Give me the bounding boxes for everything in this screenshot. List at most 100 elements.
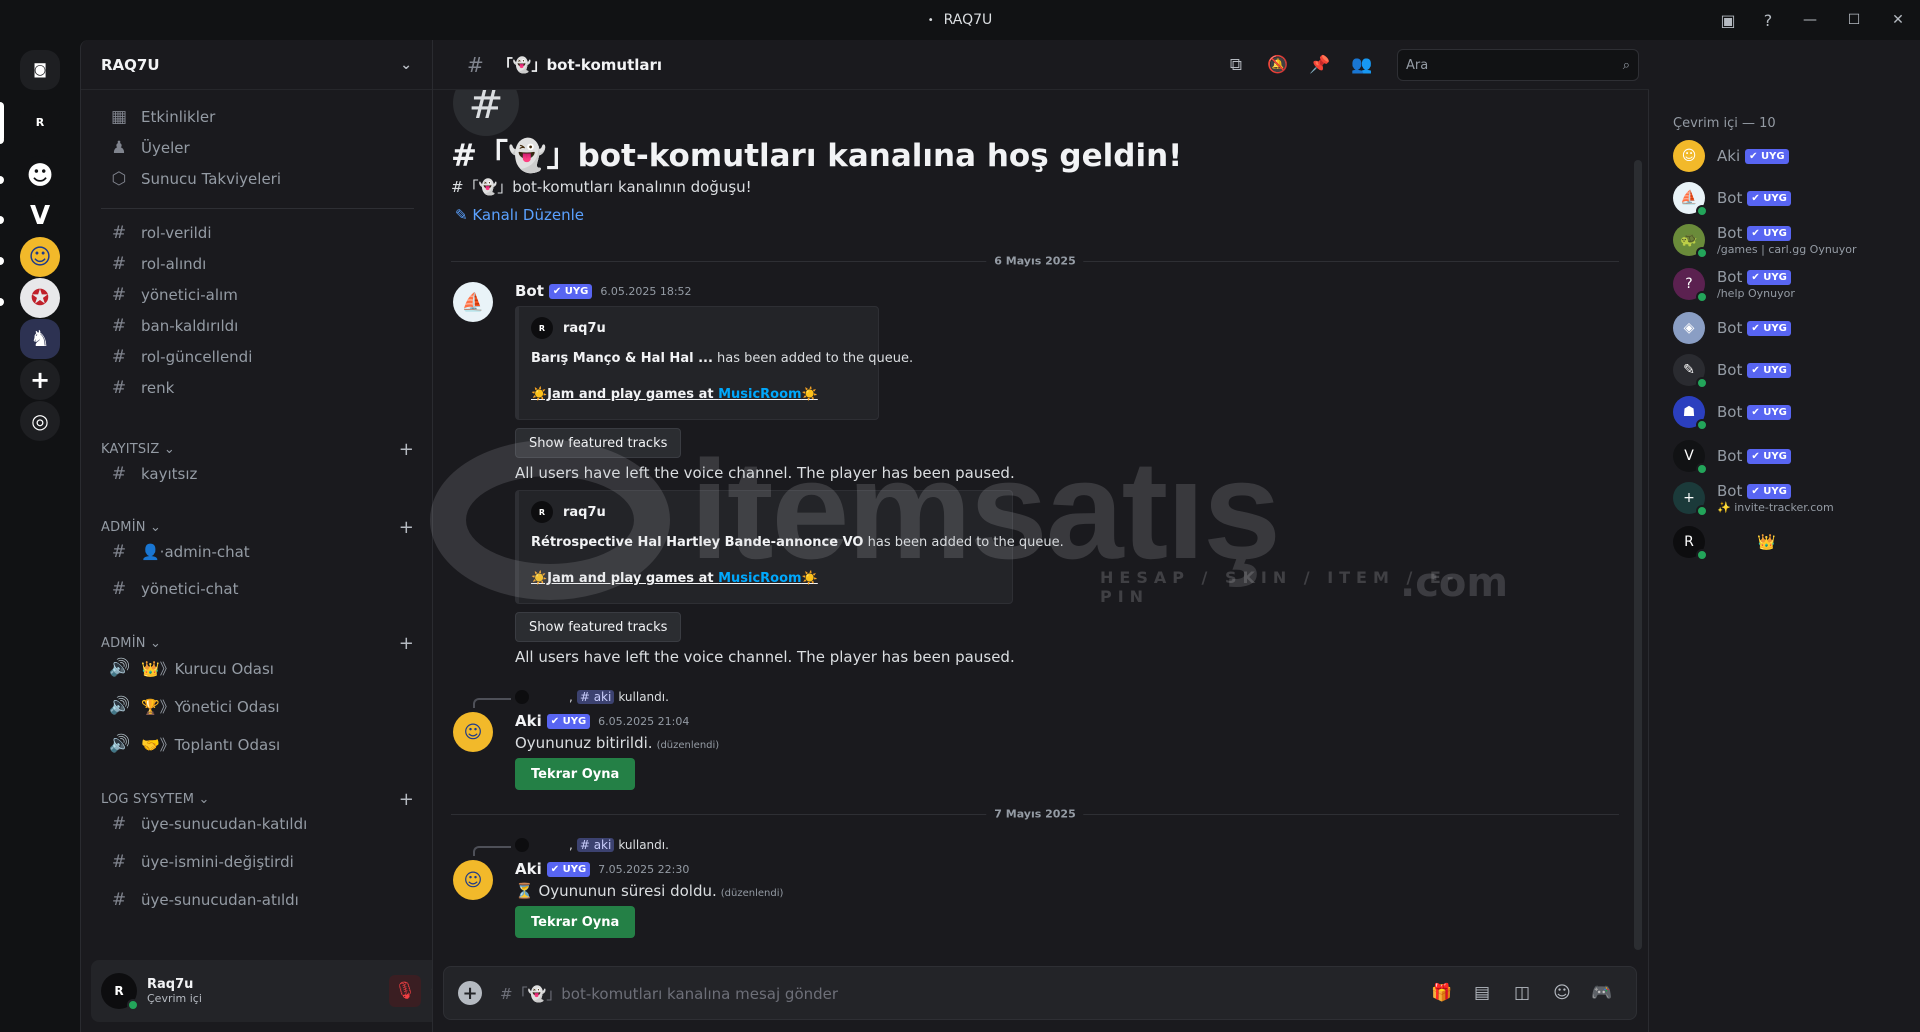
channel-kayitsiz[interactable]: # kayıtsız (101, 457, 414, 491)
guild-header[interactable]: RAQ7U ⌄ (81, 40, 432, 90)
show-featured-tracks-button[interactable]: Show featured tracks (515, 612, 682, 642)
slash-command[interactable]: # aki (576, 690, 615, 704)
channel-ban-kaldirildi[interactable]: # ban-kaldırıldı (101, 309, 414, 343)
sidebar-item-members[interactable]: ♟ Üyeler (101, 131, 414, 165)
server-aki[interactable]: ☺ (20, 237, 60, 277)
notification-bell-muted-icon[interactable]: 🔕 (1257, 55, 1299, 75)
maximize-button[interactable]: ☐ (1832, 12, 1876, 28)
member-name: Bot (1717, 403, 1743, 421)
channel-admin-chat[interactable]: # 👤·admin-chat (101, 535, 414, 569)
member-info: Bot ✔ UYG (1717, 403, 1791, 421)
channel-uye-ismini-degistirdi[interactable]: # üye-ismini-değiştirdi (101, 845, 414, 879)
member-item[interactable]: ☗ Bot ✔ UYG (1673, 392, 1913, 432)
message-text: All users have left the voice channel. T… (515, 464, 1015, 482)
category-admin[interactable]: ADMİN ⌄ + (101, 517, 414, 538)
server-scarlet[interactable]: ✪ (20, 278, 60, 318)
gift-icon[interactable]: 🎁 (1422, 983, 1462, 1003)
member-item[interactable]: V Bot ✔ UYG (1673, 436, 1913, 476)
ninja-icon: ♞ (30, 326, 50, 352)
slash-command[interactable]: # aki (576, 838, 615, 852)
pin-icon[interactable]: 📌 (1299, 55, 1341, 75)
sticker-icon[interactable]: ◫ (1502, 983, 1542, 1003)
aki-avatar[interactable]: ☺ (453, 712, 493, 752)
category-kayitsiz[interactable]: KAYITSIZ ⌄ + (101, 439, 414, 460)
category-log-system[interactable]: LOG SYSYTEM ⌄ + (101, 789, 414, 810)
member-item[interactable]: ⛵ Bot ✔ UYG (1673, 178, 1913, 218)
play-again-button[interactable]: Tekrar Oyna (515, 758, 636, 790)
musicroom-link[interactable]: MusicRoom (718, 571, 802, 586)
channel-yonetici-alim[interactable]: # yönetici-alım (101, 278, 414, 312)
member-item[interactable]: R 👑 (1673, 522, 1913, 562)
message-body: Oyununuz bitirildi. (515, 734, 653, 752)
member-item[interactable]: ☺ Aki ✔ UYG (1673, 136, 1913, 176)
sidebar-item-events[interactable]: ▦ Etkinlikler (101, 100, 414, 134)
member-item[interactable]: ✎ Bot ✔ UYG (1673, 350, 1913, 390)
add-server-button[interactable]: + (20, 360, 60, 400)
server-raq7u[interactable]: R (20, 102, 60, 142)
direct-messages-button[interactable]: ◙ (20, 50, 60, 90)
server-ninja[interactable]: ♞ (20, 319, 60, 359)
member-list-icon[interactable]: 👥 (1341, 55, 1383, 75)
member-item[interactable]: + Bot ✔ UYG ✨ invite-tracker.com (1673, 478, 1913, 518)
help-icon[interactable]: ? (1748, 11, 1788, 30)
channel-rol-verildi[interactable]: # rol-verildi (101, 216, 414, 250)
member-info: Aki ✔ UYG (1717, 147, 1789, 165)
author-name[interactable]: Bot (515, 282, 544, 300)
channel-uye-atildi[interactable]: # üye-sunucudan-atıldı (101, 883, 414, 917)
online-status-dot (1696, 247, 1708, 259)
author-name[interactable]: Aki (515, 860, 542, 878)
queue-text: has been added to the queue. (712, 351, 914, 366)
activities-gamepad-icon[interactable]: 🎮 (1582, 983, 1622, 1003)
hash-icon: # (467, 52, 484, 77)
emoji-icon[interactable]: ☺ (1542, 983, 1582, 1003)
aki-avatar[interactable]: ☺ (453, 860, 493, 900)
member-item[interactable]: ◈ Bot ✔ UYG (1673, 308, 1913, 348)
date-label: 7 Mayıs 2025 (986, 807, 1084, 821)
server-valorant[interactable]: V (20, 196, 60, 236)
voice-toplanti-odasi[interactable]: 🔊 🤝》Toplantı Odası (101, 727, 414, 761)
server-chat-bubble[interactable]: ☻ (20, 156, 60, 196)
member-info: Bot ✔ UYG (1717, 361, 1791, 379)
discover-button[interactable]: ◎ (20, 401, 60, 441)
play-again-button[interactable]: Tekrar Oyna (515, 906, 636, 938)
member-item[interactable]: 🐢 Bot ✔ UYG/games | carl.gg Oynuyor (1673, 220, 1913, 260)
sidebar-item-boosts[interactable]: ⬡ Sunucu Takviyeleri (101, 162, 414, 196)
chat-scrollbar[interactable] (1634, 160, 1642, 950)
inbox-alert-icon[interactable]: ▣ (1708, 11, 1748, 30)
speaker-lock-icon: 🔊 (109, 658, 131, 678)
author-name[interactable]: Aki (515, 712, 542, 730)
channel-rol-guncellendi[interactable]: # rol-güncellendi (101, 340, 414, 374)
add-attachment-icon[interactable]: + (458, 981, 482, 1005)
musicroom-link[interactable]: MusicRoom (718, 387, 802, 402)
channel-uye-katildi[interactable]: # üye-sunucudan-katıldı (101, 807, 414, 841)
channel-renk[interactable]: # renk (101, 371, 414, 405)
music-embed: Rraq7u Rétrospective Hal Hartley Bande-a… (515, 490, 1064, 604)
reply-avatar-icon (515, 838, 529, 852)
channel-label: yönetici-alım (141, 286, 238, 304)
avatar: V (1673, 440, 1708, 475)
aki-face-icon: ☺ (463, 869, 483, 891)
gif-icon[interactable]: ▤ (1462, 983, 1502, 1003)
show-featured-tracks-button[interactable]: Show featured tracks (515, 428, 682, 458)
message-timestamp: 7.05.2025 22:30 (598, 862, 690, 876)
channel-rol-alindi[interactable]: # rol-alındı (101, 247, 414, 281)
channel-label: 🤝》Toplantı Odası (141, 735, 281, 754)
search-input[interactable]: Ara ⌕ (1397, 49, 1639, 81)
voice-yonetici-odasi[interactable]: 🔊 🏆》Yönetici Odası (101, 689, 414, 723)
user-info[interactable]: Raq7u Çevrim içi (147, 977, 385, 1005)
category-admin-voice[interactable]: ADMİN ⌄ + (101, 633, 414, 654)
channel-label: ban-kaldırıldı (141, 317, 239, 335)
minimize-button[interactable]: — (1788, 12, 1832, 28)
voice-kurucu-odasi[interactable]: 🔊 👑》Kurucu Odası (101, 651, 414, 685)
close-button[interactable]: ✕ (1876, 12, 1920, 28)
channel-yonetici-chat[interactable]: # yönetici-chat (101, 572, 414, 606)
edit-channel-link[interactable]: ✎ Kanalı Düzenle (455, 206, 584, 224)
member-item[interactable]: ? Bot ✔ UYG/help Oynuyor (1673, 264, 1913, 304)
threads-icon[interactable]: ⧉ (1215, 55, 1257, 75)
command-reply[interactable]: , # aki kullandı. (515, 838, 669, 852)
message-composer[interactable]: + #「👻」bot-komutları kanalına mesaj gönde… (443, 966, 1637, 1020)
command-reply[interactable]: , # aki kullandı. (515, 690, 669, 704)
bot-avatar[interactable]: ⛵ (453, 282, 493, 322)
avatar[interactable]: R (101, 973, 139, 1011)
mute-mic-button[interactable]: 🎙 (389, 975, 421, 1007)
